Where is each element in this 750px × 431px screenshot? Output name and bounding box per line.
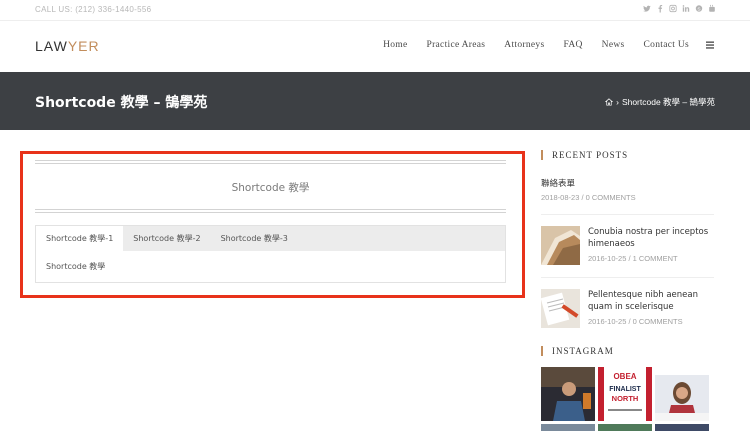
recent-post-2[interactable]: Conubia nostra per inceptos himenaeos 20… (541, 214, 714, 265)
post-comments[interactable]: 0 COMMENTS (633, 317, 683, 326)
tabs-container: Shortcode 教學-1 Shortcode 教學-2 Shortcode … (35, 225, 506, 283)
page-header: Shortcode 教學 – 鵠學苑 › Shortcode 教學 – 鵠學苑 (0, 72, 750, 130)
sidebar: RECENT POSTS 聯絡表單 2018-08-23 / 0 COMMENT… (541, 150, 714, 431)
instagram-grid: OBEA FINALIST NORTH (541, 367, 714, 421)
divider-bottom (35, 209, 506, 213)
post-thumbnail[interactable] (541, 289, 580, 328)
recent-post-meta: 2016-10-25 / 0 COMMENTS (588, 317, 683, 326)
recent-post-meta: 2018-08-23 / 0 COMMENTS (541, 193, 636, 202)
tab-list: Shortcode 教學-1 Shortcode 教學-2 Shortcode … (36, 226, 505, 251)
instagram-grid-row2 (541, 424, 714, 431)
nav-attorneys[interactable]: Attorneys (504, 40, 544, 50)
page-title: Shortcode 教學 – 鵠學苑 (35, 95, 208, 111)
recent-post-title[interactable]: Conubia nostra per inceptos himenaeos (588, 226, 714, 250)
instagram-text-line1: FINALIST (609, 386, 641, 393)
top-bar: CALL US: (212) 336-1440-556 S (0, 0, 750, 21)
nav-news[interactable]: News (602, 40, 625, 50)
nav-home[interactable]: Home (383, 40, 407, 50)
instagram-photo-1[interactable] (541, 367, 595, 421)
svg-text:S: S (697, 6, 700, 12)
instagram-icon[interactable] (669, 4, 677, 13)
nav-contact-us[interactable]: Contact Us (644, 40, 689, 50)
home-icon[interactable] (605, 98, 614, 106)
recent-post-title[interactable]: 聯絡表單 (541, 177, 714, 189)
logo-text-part1: LAW (35, 38, 68, 54)
post-thumbnail[interactable] (541, 226, 580, 265)
facebook-icon[interactable] (656, 4, 664, 13)
post-date: 2016-10-25 (588, 254, 627, 263)
tab-panel: Shortcode 教學 (36, 251, 505, 282)
post-date: 2018-08-23 (541, 193, 580, 202)
instagram-photo-4[interactable] (541, 424, 595, 431)
instagram-photo-6[interactable] (655, 424, 709, 431)
recent-post-meta: 2016-10-25 / 1 COMMENT (588, 254, 678, 263)
breadcrumb: › Shortcode 教學 – 鵠學苑 (605, 96, 715, 108)
nav-faq[interactable]: FAQ (563, 40, 582, 50)
section-title: Shortcode 教學 (231, 182, 310, 194)
recent-posts-title: RECENT POSTS (541, 150, 714, 160)
tab-2[interactable]: Shortcode 教學-2 (123, 226, 210, 251)
social-links: S (643, 4, 716, 13)
post-comments[interactable]: 0 COMMENTS (586, 193, 636, 202)
recent-post-title[interactable]: Pellentesque nibh aenean quam in sceleri… (588, 289, 714, 313)
hamburger-menu-icon[interactable] (706, 41, 714, 49)
instagram-title: INSTAGRAM (541, 346, 714, 356)
skype-icon[interactable]: S (695, 4, 703, 13)
tab-1[interactable]: Shortcode 教學-1 (36, 226, 124, 251)
main-nav: Home Practice Areas Attorneys FAQ News C… (364, 40, 714, 50)
youtube-icon[interactable] (708, 4, 716, 13)
instagram-photo-2[interactable]: OBEA FINALIST NORTH (598, 367, 652, 421)
nav-practice-areas[interactable]: Practice Areas (426, 40, 485, 50)
call-us-text: CALL US: (212) 336-1440-556 (35, 5, 152, 14)
breadcrumb-separator: › (616, 97, 619, 107)
instagram-photo-5[interactable] (598, 424, 652, 431)
recent-post-3[interactable]: Pellentesque nibh aenean quam in sceleri… (541, 277, 714, 328)
instagram-badge-text: OBEA (613, 372, 636, 381)
site-logo[interactable]: LAWYER (35, 38, 100, 54)
twitter-icon[interactable] (643, 4, 651, 13)
site-header: LAWYER Home Practice Areas Attorneys FAQ… (0, 22, 750, 72)
main-content: Shortcode 教學 Shortcode 教學-1 Shortcode 教學… (35, 160, 506, 283)
post-comments[interactable]: 1 COMMENT (633, 254, 678, 263)
post-date: 2016-10-25 (588, 317, 627, 326)
instagram-text-line2: NORTH (612, 394, 639, 403)
breadcrumb-current: Shortcode 教學 – 鵠學苑 (621, 97, 715, 107)
instagram-photo-3[interactable] (655, 367, 709, 421)
recent-post-1[interactable]: 聯絡表單 2018-08-23 / 0 COMMENTS (541, 177, 714, 202)
linkedin-icon[interactable] (682, 4, 690, 13)
tab-3[interactable]: Shortcode 教學-3 (211, 226, 298, 251)
logo-text-part2: YER (67, 38, 100, 54)
